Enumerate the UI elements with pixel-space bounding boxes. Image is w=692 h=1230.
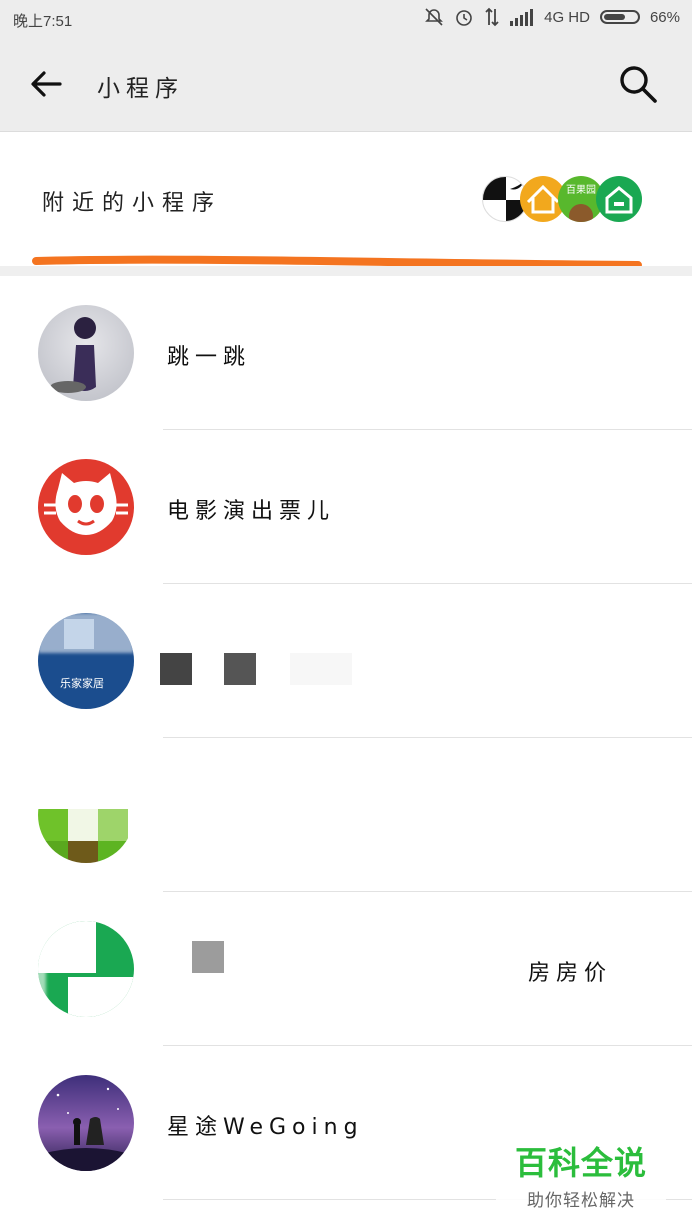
list-item[interactable]: 电影演出票儿 — [0, 430, 692, 584]
network-label: 4G HD — [544, 8, 590, 26]
pixel-block — [38, 841, 68, 863]
mini-program-name: 跳一跳 — [167, 345, 252, 370]
alarm-icon — [454, 7, 474, 27]
mini-program-name: 星途WeGoing — [167, 1115, 364, 1140]
house-price-icon — [38, 921, 134, 1017]
pixel-block — [68, 809, 98, 841]
nav-bar: 小程序 — [0, 36, 692, 132]
mini-program-name: 房房价 — [528, 961, 613, 986]
pixelated-name-block — [224, 653, 256, 685]
nearby-label: 附近的小程序 — [42, 191, 223, 216]
watermark-subtitle: 助你轻松解决 — [527, 1191, 635, 1211]
list-item[interactable]: 房房价 — [0, 892, 692, 1046]
pixelated-name-block — [290, 653, 352, 685]
pixelated-name-block — [160, 653, 192, 685]
pixel-block — [38, 809, 68, 841]
status-icons: 4G HD 66% — [424, 7, 680, 27]
blur-mask — [38, 613, 134, 653]
blur-mask — [38, 921, 46, 1017]
watermark-logo: 百科全说 助你轻松解决 — [496, 1132, 666, 1212]
page-title: 小程序 — [97, 76, 184, 102]
section-separator — [0, 266, 692, 276]
battery-percent: 66% — [649, 8, 680, 26]
data-transfer-icon — [484, 7, 500, 27]
lejia-icon: 乐家家居 — [38, 613, 134, 709]
pixel-block — [68, 841, 98, 863]
battery-icon — [599, 10, 640, 24]
status-bar: 晚上7:51 4G HD 66% — [0, 0, 692, 36]
pixel-block — [98, 809, 128, 841]
mute-icon — [424, 7, 444, 27]
pixelated-icon — [38, 767, 134, 863]
back-arrow-icon[interactable] — [28, 66, 64, 102]
list-item[interactable]: 乐家家居 — [0, 584, 692, 738]
lejia-label: 乐家家居 — [60, 677, 104, 690]
watermark-title: 百科全说 — [514, 1144, 647, 1182]
mini-program-name: 电影演出票儿 — [167, 499, 336, 524]
list-item[interactable]: 跳一跳 — [0, 276, 692, 430]
jump-jump-icon — [38, 305, 134, 401]
pixel-block — [98, 841, 128, 863]
status-time: 晚上7:51 — [13, 13, 73, 30]
house-icon — [596, 176, 642, 222]
pixel-block — [38, 921, 96, 973]
signal-icon — [510, 8, 534, 26]
wegoing-icon — [38, 1075, 134, 1171]
search-icon[interactable] — [618, 64, 658, 104]
pixelated-name-block — [192, 941, 224, 973]
cat-eye-icon — [38, 459, 134, 555]
nearby-mini-programs[interactable]: 附近的小程序 百果园 — [0, 132, 692, 269]
pixel-block — [68, 977, 134, 1017]
list-item[interactable] — [0, 738, 692, 892]
